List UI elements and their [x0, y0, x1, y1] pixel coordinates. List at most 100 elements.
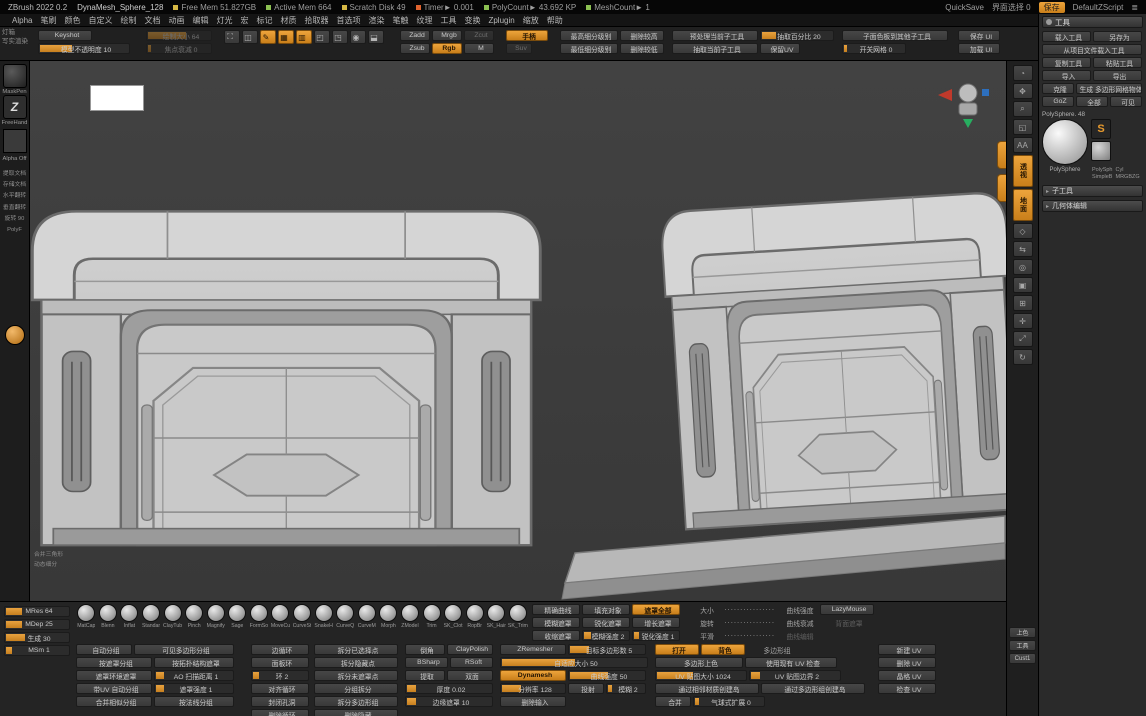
control[interactable]: 填充对象 [582, 604, 630, 615]
control[interactable]: 从项目文件载入工具 [1042, 44, 1142, 55]
titlebar-button[interactable]: QuickSave [945, 3, 984, 12]
menu-item[interactable]: 材质 [276, 15, 300, 26]
left-tray-item[interactable]: 动态细分 [34, 562, 63, 569]
control[interactable]: 遮罩全部 [632, 604, 680, 615]
control[interactable]: 自动分组 [76, 644, 132, 655]
brush-item[interactable]: ClayTub [162, 604, 183, 641]
control[interactable] [718, 617, 776, 628]
control[interactable]: 粘贴工具 [1093, 57, 1142, 68]
brush-item[interactable]: CurveQ [335, 604, 356, 641]
menu-item[interactable]: 纹理 [412, 15, 436, 26]
control[interactable]: 大小 [694, 604, 716, 615]
control[interactable]: 按遮罩分组 [76, 657, 152, 668]
control[interactable]: 厚度 0.02 [405, 683, 493, 694]
control[interactable]: 合并 [655, 696, 691, 707]
control[interactable]: 曲线编辑 [778, 630, 818, 641]
brush-thumbnail[interactable]: FreeHand [2, 95, 27, 126]
control[interactable]: 环 2 [251, 670, 309, 681]
control[interactable] [718, 630, 776, 641]
control[interactable]: 拆分隐藏点 [314, 657, 398, 668]
control[interactable]: LazyMouse [820, 604, 874, 615]
control[interactable]: Zsub [400, 43, 430, 54]
brush-item[interactable]: Sage [227, 604, 248, 641]
quick-pick-thumbnail-2[interactable] [1091, 141, 1111, 161]
tool-quick-name[interactable]: Cyl [1116, 167, 1124, 173]
control[interactable]: 子面色板到其他子工具 [842, 30, 948, 41]
brush-item[interactable]: CurveM [357, 604, 378, 641]
zoom-icon[interactable]: ⌕ [1012, 101, 1033, 117]
transparency-icon[interactable]: ◫ [242, 30, 258, 44]
control[interactable]: 删除 UV [878, 657, 936, 668]
menu-item[interactable]: 笔刷 [36, 15, 60, 26]
texture-icon[interactable]: ◳ [332, 30, 348, 44]
control[interactable]: 模糊 2 [606, 683, 646, 694]
control[interactable]: 抽取当前子工具 [672, 43, 758, 54]
control[interactable]: 对齐循环 [251, 683, 309, 694]
control[interactable]: 可见多边形分组 [134, 644, 234, 655]
control[interactable]: 保留UV [760, 43, 800, 54]
control[interactable]: BSharp [405, 657, 448, 668]
menu-item[interactable]: 缩放 [519, 15, 543, 26]
left-tray-item[interactable]: 垂直翻转 [1, 205, 29, 212]
control[interactable]: 模型不透明度 10 [38, 43, 130, 54]
shelf-tray-label[interactable]: 写实渲染 [2, 38, 36, 45]
door-model-left[interactable] [30, 209, 542, 547]
control[interactable]: 晶格 UV [878, 670, 936, 681]
control[interactable]: 生成 多边形网格物体 [1076, 83, 1142, 94]
titlebar-button[interactable]: DefaultZScript [1073, 3, 1124, 12]
control[interactable]: 边循环 [251, 644, 309, 655]
control[interactable]: 打开 [655, 644, 699, 655]
menu-item[interactable]: 渲染 [364, 15, 388, 26]
menu-item[interactable]: 自定义 [84, 15, 116, 26]
control[interactable]: 最高细分级别 [560, 30, 618, 41]
control[interactable]: 提取 [405, 670, 445, 681]
control[interactable]: 边缘遮罩 10 [405, 696, 493, 707]
control[interactable]: MDep 25 [4, 619, 70, 630]
aa-half-icon[interactable]: AA [1012, 137, 1033, 153]
control[interactable]: RSoft [450, 657, 493, 668]
control[interactable]: 气球式扩展 0 [693, 696, 765, 707]
brush-item[interactable]: RopBr [464, 604, 485, 641]
menu-item[interactable]: 变换 [460, 15, 484, 26]
control[interactable]: 按拓扑结构遮罩 [154, 657, 234, 668]
control[interactable]: 可见 [1110, 96, 1142, 107]
control[interactable]: 投射 [568, 683, 604, 694]
left-tray-item[interactable]: 水平翻转 [1, 193, 29, 200]
nav-gizmo[interactable] [936, 81, 992, 129]
control[interactable]: 载入工具 [1042, 31, 1091, 42]
canvas-side-tab-2[interactable] [997, 174, 1006, 202]
control[interactable]: UV 贴图边界 2 [749, 670, 841, 681]
stroke-icon[interactable]: ▥ [296, 30, 312, 44]
door-model-right[interactable] [659, 190, 1006, 531]
grid-icon[interactable]: ▦ [278, 30, 294, 44]
control[interactable]: 导出 [1093, 70, 1142, 81]
layer-icon[interactable]: ⬓ [368, 30, 384, 44]
menu-item[interactable]: 宏 [236, 15, 252, 26]
control[interactable]: MSm 1 [4, 645, 70, 656]
control[interactable]: 锐化遮罩 [582, 617, 630, 628]
control[interactable]: GoZ [1042, 96, 1074, 107]
control[interactable]: 拆分多边形组 [314, 696, 398, 707]
bpr-icon[interactable]: ◔ [1012, 65, 1033, 81]
dock-button[interactable]: 工具 [1009, 640, 1036, 651]
brush-item[interactable]: SK_Trim [508, 604, 528, 641]
control[interactable] [718, 604, 776, 615]
tool-quick-name[interactable]: SimpleB [1092, 174, 1112, 180]
control[interactable]: 锐化强度 1 [632, 630, 680, 641]
titlebar-button[interactable]: 保存 [1038, 1, 1065, 13]
control[interactable]: 删除循环 [251, 709, 309, 716]
control[interactable]: 绘制大小 64 [146, 30, 212, 41]
tool-palette-header[interactable]: 工具 [1042, 16, 1143, 28]
control[interactable]: 手柄 [506, 30, 548, 41]
control[interactable]: 多边形组 [747, 644, 803, 655]
control[interactable]: 精确曲线 [532, 604, 580, 615]
active-tool-thumbnail[interactable] [1042, 119, 1088, 165]
brush-item[interactable]: SnakeH [313, 604, 334, 641]
brush-item[interactable]: Pinch [184, 604, 205, 641]
brush-item[interactable]: Morph [378, 604, 399, 641]
control[interactable]: 拆分未遮罩点 [314, 670, 398, 681]
menu-item[interactable]: 绘制 [116, 15, 140, 26]
control[interactable]: UV 贴图大小 1024 [655, 670, 747, 681]
control[interactable]: M [464, 43, 494, 54]
control[interactable]: 增长遮罩 [632, 617, 680, 628]
